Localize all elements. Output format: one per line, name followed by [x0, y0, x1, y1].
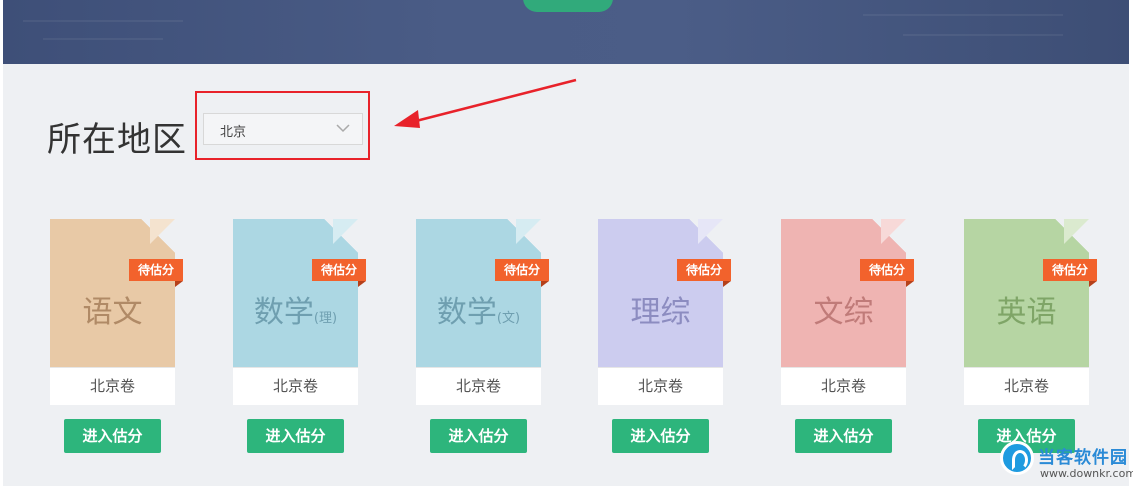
- region-label: 所在地区: [47, 120, 187, 160]
- subject-document-icon: 待估分数学(文): [416, 219, 549, 367]
- page-fold-icon: [698, 219, 723, 244]
- annotation-highlight-box: [195, 91, 370, 160]
- subject-card: 待估分语文北京卷进入估分: [50, 219, 183, 453]
- paper-label: 北京卷: [781, 367, 906, 405]
- subject-card: 待估分理综北京卷进入估分: [598, 219, 731, 453]
- subject-name: 文综: [813, 295, 874, 330]
- status-badge: 待估分: [312, 259, 366, 287]
- page-fold-icon: [333, 219, 358, 244]
- subject-document-icon: 待估分文综: [781, 219, 914, 367]
- banner-texture: [43, 38, 163, 40]
- page-fold-icon: [516, 219, 541, 244]
- page-fold-icon: [881, 219, 906, 244]
- subject-name: 英语: [996, 295, 1057, 330]
- watermark-logo-icon: [1000, 441, 1034, 475]
- subject-card: 待估分 数学(文) 北京卷 进入估分: [416, 219, 549, 453]
- watermark: 当客软件园 www.downkr.com: [1000, 441, 1133, 486]
- enter-estimate-button[interactable]: 进入估分: [612, 419, 709, 453]
- subject-name: 理综: [630, 295, 691, 330]
- banner-texture: [863, 14, 1063, 16]
- enter-estimate-button[interactable]: 进入估分: [64, 419, 161, 453]
- status-badge: 待估分: [495, 259, 549, 287]
- watermark-title: 当客软件园: [1038, 448, 1128, 468]
- subject-card: 待估分 数学(理) 北京卷 进入估分: [233, 219, 366, 453]
- subject-card: 待估分文综北京卷进入估分: [781, 219, 914, 453]
- annotation-arrow-icon: [394, 78, 577, 128]
- paper-label: 北京卷: [50, 367, 175, 405]
- subject-document-icon: 待估分英语: [964, 219, 1097, 367]
- banner-texture: [23, 20, 183, 22]
- subject-document-icon: 待估分理综: [598, 219, 731, 367]
- enter-estimate-button[interactable]: 进入估分: [247, 419, 344, 453]
- subject-name: 数学(理): [253, 295, 338, 330]
- paper-label: 北京卷: [416, 367, 541, 405]
- header-banner: [3, 0, 1129, 64]
- paper-label: 北京卷: [233, 367, 358, 405]
- status-badge: 待估分: [129, 259, 183, 287]
- watermark-url: www.downkr.com: [1040, 467, 1133, 480]
- status-badge: 待估分: [1043, 259, 1097, 287]
- paper-label: 北京卷: [598, 367, 723, 405]
- subject-name: 数学(文): [436, 295, 521, 330]
- banner-texture: [903, 34, 1063, 36]
- subject-document-icon: 待估分语文: [50, 219, 183, 367]
- banner-graphic: [523, 0, 613, 12]
- status-badge: 待估分: [677, 259, 731, 287]
- page-fold-icon: [1064, 219, 1089, 244]
- subject-name: 语文: [82, 295, 143, 330]
- enter-estimate-button[interactable]: 进入估分: [795, 419, 892, 453]
- subject-card: 待估分 英语 北京卷 进入估分: [964, 219, 1097, 453]
- subject-document-icon: 待估分数学(理): [233, 219, 366, 367]
- status-badge: 待估分: [860, 259, 914, 287]
- paper-label: 北京卷: [964, 367, 1089, 405]
- page-fold-icon: [150, 219, 175, 244]
- enter-estimate-button[interactable]: 进入估分: [430, 419, 527, 453]
